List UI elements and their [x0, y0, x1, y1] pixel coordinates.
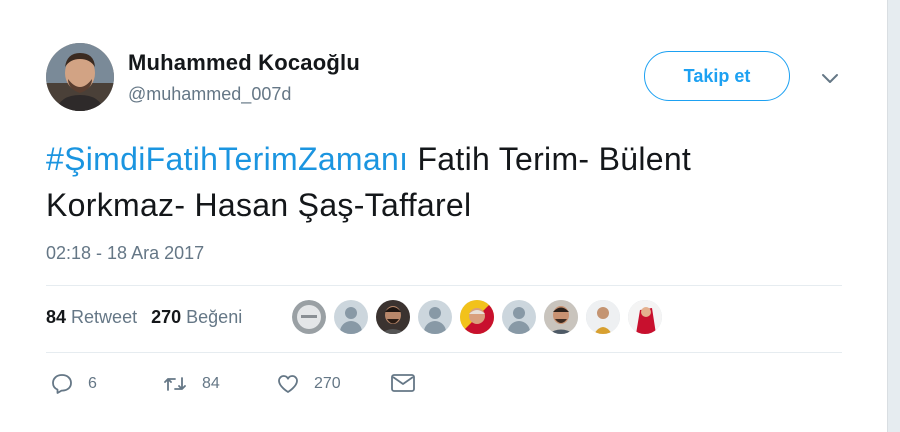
retweet-stat-label: Retweet: [71, 307, 138, 327]
liker-avatar[interactable]: [502, 300, 536, 334]
hashtag-link[interactable]: #ŞimdiFatihTerimZamanı: [46, 141, 408, 177]
window-edge: [887, 0, 900, 432]
direct-message-button[interactable]: [390, 372, 416, 394]
liker-avatar[interactable]: [628, 300, 662, 334]
like-button[interactable]: 270: [276, 372, 341, 396]
divider: [46, 352, 842, 353]
tweet-timestamp[interactable]: 02:18 - 18 Ara 2017: [46, 243, 204, 264]
liker-avatars: [292, 300, 662, 334]
liker-avatar[interactable]: [334, 300, 368, 334]
retweet-stat-count: 84: [46, 307, 67, 327]
retweet-stat[interactable]: 84 Retweet: [46, 307, 137, 328]
liker-avatar[interactable]: [292, 300, 326, 334]
user-name[interactable]: Muhammed Kocaoğlu: [128, 50, 360, 76]
envelope-icon: [390, 372, 416, 394]
avatar[interactable]: [46, 43, 114, 111]
retweet-icon: [162, 372, 188, 396]
like-stat[interactable]: 270 Beğeni: [151, 307, 242, 328]
retweet-button[interactable]: 84: [162, 372, 220, 396]
retweet-count: 84: [202, 375, 220, 392]
liker-avatar[interactable]: [418, 300, 452, 334]
liker-avatar[interactable]: [586, 300, 620, 334]
liker-avatar[interactable]: [460, 300, 494, 334]
like-stat-label: Beğeni: [186, 307, 243, 327]
tweet-actions: 6 84 270: [46, 372, 466, 400]
user-handle[interactable]: @muhammed_007d: [128, 84, 291, 105]
divider: [46, 285, 842, 286]
liker-avatar[interactable]: [376, 300, 410, 334]
liker-avatar[interactable]: [544, 300, 578, 334]
like-count: 270: [314, 375, 341, 392]
follow-button[interactable]: Takip et: [644, 51, 790, 101]
heart-icon: [276, 372, 300, 396]
reply-button[interactable]: 6: [50, 372, 97, 396]
reply-icon: [50, 372, 74, 396]
reply-count: 6: [88, 375, 97, 392]
tweet-text: #ŞimdiFatihTerimZamanı Fatih Terim- Büle…: [46, 136, 836, 228]
chevron-down-icon[interactable]: [818, 66, 842, 90]
engagement-stats: 84 Retweet 270 Beğeni: [46, 307, 242, 328]
like-stat-count: 270: [151, 307, 182, 327]
